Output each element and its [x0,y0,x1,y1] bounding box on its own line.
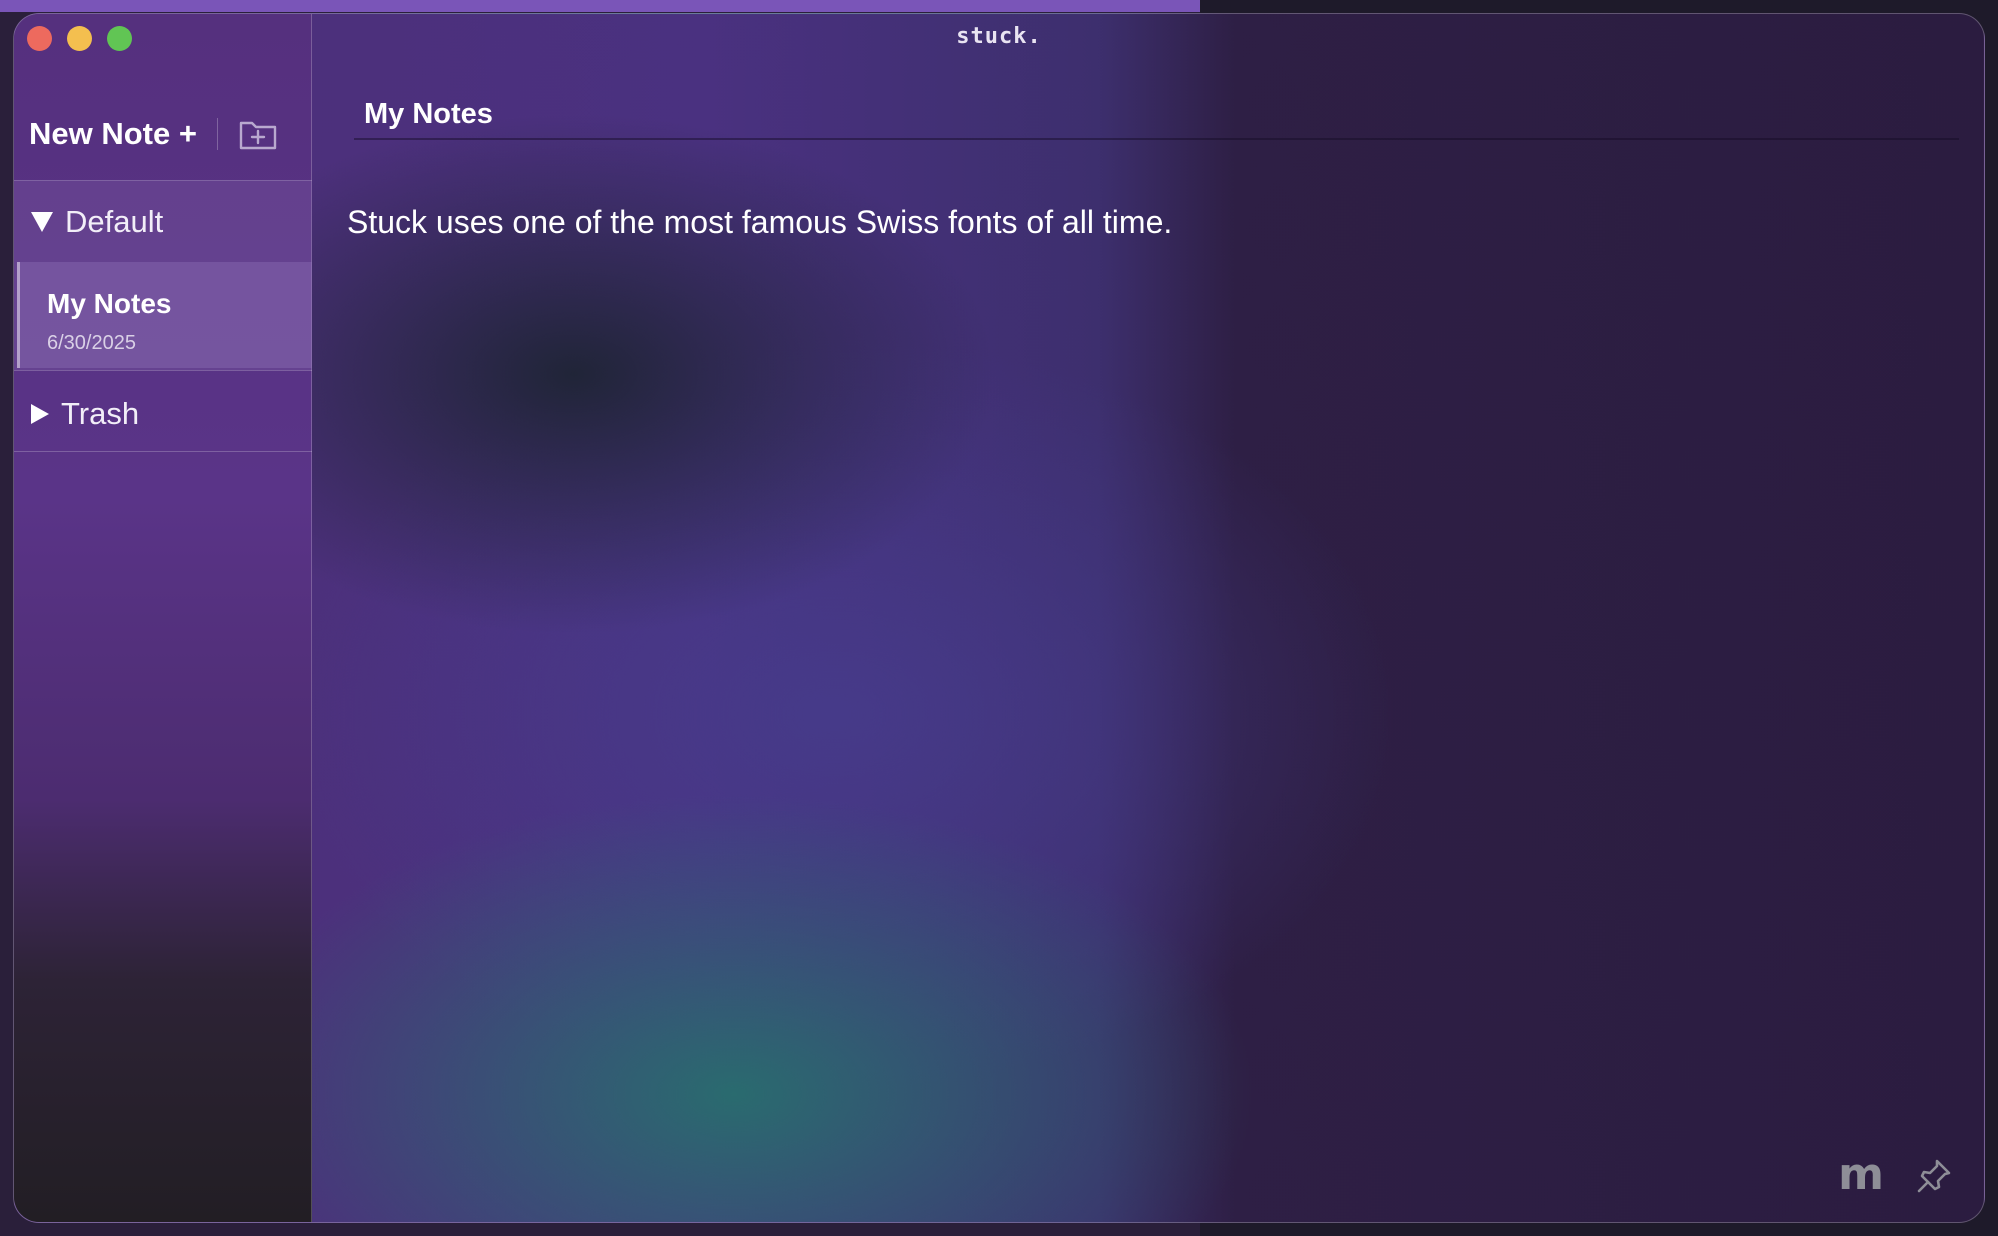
list-item-note[interactable]: My Notes 6/30/2025 [17,262,312,368]
sidebar-divider [14,370,312,371]
group-label: Default [65,204,164,239]
chevron-down-icon [31,212,53,232]
sidebar-toolbar: New Note + [29,116,278,152]
sidebar: New Note + Default My Notes 6/30/2025 Tr… [14,14,312,1222]
page-title[interactable]: My Notes [364,98,493,131]
pin-icon[interactable] [1914,1156,1954,1196]
note-date: 6/30/2025 [47,332,136,354]
chevron-right-icon [31,404,49,424]
title-divider [354,138,1959,140]
m-button[interactable]: m [1838,1149,1884,1200]
app-window: New Note + Default My Notes 6/30/2025 Tr… [13,13,1985,1223]
window-title: stuck. [956,24,1042,49]
group-label: Trash [61,396,140,431]
sidebar-divider [14,451,312,452]
new-note-button[interactable]: New Note + [29,116,197,152]
folder-plus-icon[interactable] [238,116,278,152]
note-title: My Notes [47,288,172,319]
note-editor[interactable]: Stuck uses one of the most famous Swiss … [347,204,1172,241]
backdrop-window-strip [0,0,1200,12]
toolbar-divider [216,118,218,150]
group-header-trash[interactable]: Trash [31,396,139,432]
group-header-default[interactable]: Default [31,204,163,240]
